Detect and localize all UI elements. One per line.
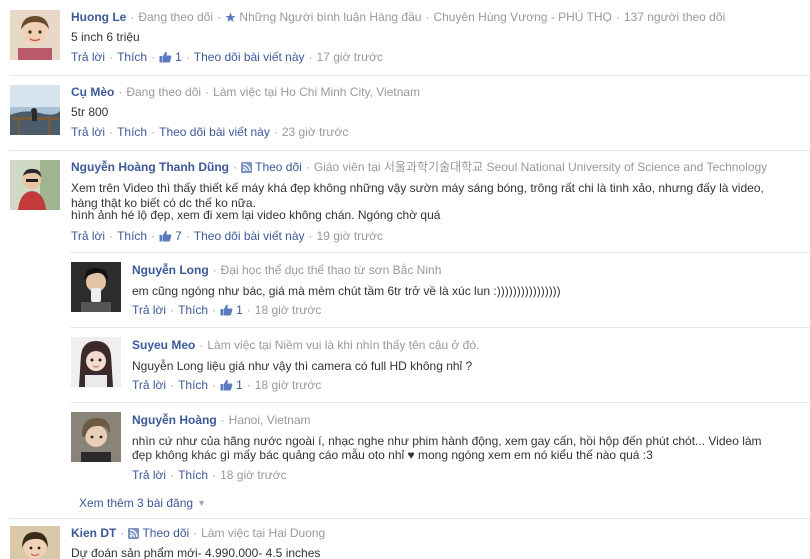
follow-button[interactable]: Theo dõi: [142, 526, 189, 540]
comment-header: Huong Le · Đang theo dõi · Những Người bình…: [71, 9, 725, 27]
reply-actions: Trả lời · Thích · 1 · 18 giờ trước: [132, 302, 321, 320]
comment-header: Kien DT · Theo dõi · Làm việc tại Hai Duong: [71, 525, 325, 543]
reply-actions: Trả lời · Thích · 1 · 18 giờ trước: [132, 377, 321, 395]
thumbs-up-icon: [159, 230, 172, 246]
reply-button[interactable]: Trả lời: [71, 50, 105, 64]
like-button[interactable]: Thích: [178, 378, 208, 392]
author-name[interactable]: Nguyễn Hoàng: [132, 413, 217, 427]
comment-actions: Trả lời · Thích · 1 · Theo dõi bài viết này · 17…: [71, 49, 383, 67]
like-button[interactable]: Thích: [117, 50, 147, 64]
reply-text-line-2: đẹp không khác gì mấy bác quảng cáo mẫu …: [132, 448, 653, 462]
more-replies-link[interactable]: Xem thêm 3 bài đăng ▼: [79, 495, 206, 511]
like-count[interactable]: 7: [175, 229, 182, 243]
star-icon: [225, 11, 236, 27]
author-work: Làm việc tại Niềm vui là khi nhìn thấy t…: [207, 338, 480, 352]
avatar[interactable]: [71, 412, 121, 462]
author-name[interactable]: Suyeu Meo: [132, 338, 195, 352]
like-count[interactable]: 1: [236, 303, 243, 317]
author-work: Làm việc tại Hai Duong: [201, 526, 326, 540]
comment-actions: Trả lời · Thích · Theo dõi bài viết này · 23 g…: [71, 125, 349, 139]
author-name[interactable]: Nguyễn Long: [132, 263, 209, 277]
comment-text-line-3: hình ảnh hé lộ đẹp, xem đi xem lại video…: [71, 208, 441, 222]
avatar[interactable]: [71, 337, 121, 387]
like-button[interactable]: Thích: [117, 229, 147, 243]
timestamp[interactable]: 23 giờ trước: [282, 125, 348, 139]
chevron-down-icon: ▼: [197, 498, 206, 508]
reply-header: Nguyễn Long · Đại học thể dục thể thao từ …: [132, 263, 442, 277]
divider: [10, 518, 810, 519]
follow-status[interactable]: Đang theo dõi: [126, 85, 201, 99]
follow-post-button[interactable]: Theo dõi bài viết này: [194, 50, 305, 64]
comment-text: 5tr 800: [71, 105, 109, 119]
author-work: Đại học thể dục thể thao từ sơn Bắc Ninh: [220, 263, 442, 277]
comment-header: Cụ Mèo · Đang theo dõi · Làm việc tại Ho Chi…: [71, 85, 421, 99]
avatar[interactable]: [10, 10, 60, 60]
avatar[interactable]: [10, 526, 60, 559]
rss-icon: [241, 161, 252, 177]
reply-button[interactable]: Trả lời: [132, 378, 166, 392]
follower-count: 137 người theo dõi: [623, 10, 726, 24]
reply-button[interactable]: Trả lời: [71, 125, 105, 139]
divider: [70, 402, 810, 403]
reply-header: Suyeu Meo · Làm việc tại Niềm vui là khi n…: [132, 338, 480, 352]
comment-text: Dự đoán sản phẩm mới- 4.990.000- 4.5 inc…: [71, 546, 321, 559]
author-name[interactable]: Cụ Mèo: [71, 85, 114, 99]
author-location: Chuyên Hùng Vương - PHÚ THỌ: [433, 10, 612, 24]
author-name[interactable]: Kien DT: [71, 526, 116, 540]
author-work: Làm việc tại Ho Chi Minh City, Vietnam: [213, 85, 421, 99]
reply-text: em cũng ngóng như bác, giá mà mèm chút t…: [132, 284, 561, 298]
follow-button[interactable]: Theo dõi: [255, 160, 302, 174]
like-button[interactable]: Thích: [178, 468, 208, 482]
reply-button[interactable]: Trả lời: [71, 229, 105, 243]
follow-status[interactable]: Đang theo dõi: [138, 10, 213, 24]
divider: [70, 252, 810, 253]
divider: [10, 150, 810, 151]
thumbs-up-icon: [220, 379, 233, 395]
author-name[interactable]: Nguyễn Hoàng Thanh Dũng: [71, 160, 229, 174]
like-count[interactable]: 1: [175, 50, 182, 64]
divider: [70, 327, 810, 328]
like-button[interactable]: Thích: [117, 125, 147, 139]
rss-icon: [128, 527, 140, 543]
divider: [10, 75, 810, 76]
thumbs-up-icon: [159, 51, 172, 67]
top-commenter-badge: Những Người bình luận Hàng đầu: [239, 10, 422, 24]
reply-text: Nguyễn Long liệu giá như vậy thì camera …: [132, 359, 473, 373]
author-location: Hanoi, Vietnam: [228, 413, 311, 427]
like-button[interactable]: Thích: [178, 303, 208, 317]
avatar[interactable]: [10, 160, 60, 210]
thumbs-up-icon: [220, 304, 233, 320]
timestamp[interactable]: 18 giờ trước: [255, 378, 321, 392]
timestamp[interactable]: 18 giờ trước: [220, 468, 286, 482]
more-replies-label[interactable]: Xem thêm 3 bài đăng: [79, 496, 193, 510]
timestamp[interactable]: 19 giờ trước: [317, 229, 383, 243]
follow-post-button[interactable]: Theo dõi bài viết này: [159, 125, 270, 139]
comment-header: Nguyễn Hoàng Thanh Dũng · Theo dõi · Giáo v…: [71, 159, 767, 177]
timestamp[interactable]: 17 giờ trước: [317, 50, 383, 64]
reply-button[interactable]: Trả lời: [132, 303, 166, 317]
reply-button[interactable]: Trả lời: [132, 468, 166, 482]
comment-text-line-1: Xem trên Video thì thấy thiết kế máy khá…: [71, 181, 764, 195]
comment-actions: Trả lời · Thích · 7 · Theo dõi bài viết này · 19…: [71, 228, 383, 246]
timestamp[interactable]: 18 giờ trước: [255, 303, 321, 317]
author-work: Giáo viên tại 서울과학기술대학교 Seoul National U…: [313, 160, 768, 174]
avatar[interactable]: [10, 85, 60, 135]
like-count[interactable]: 1: [236, 378, 243, 392]
reply-actions: Trả lời · Thích · 18 giờ trước: [132, 468, 287, 482]
author-name[interactable]: Huong Le: [71, 10, 126, 24]
follow-post-button[interactable]: Theo dõi bài viết này: [194, 229, 305, 243]
reply-header: Nguyễn Hoàng · Hanoi, Vietnam: [132, 413, 311, 427]
avatar[interactable]: [71, 262, 121, 312]
comment-text: 5 inch 6 triệu: [71, 30, 140, 44]
